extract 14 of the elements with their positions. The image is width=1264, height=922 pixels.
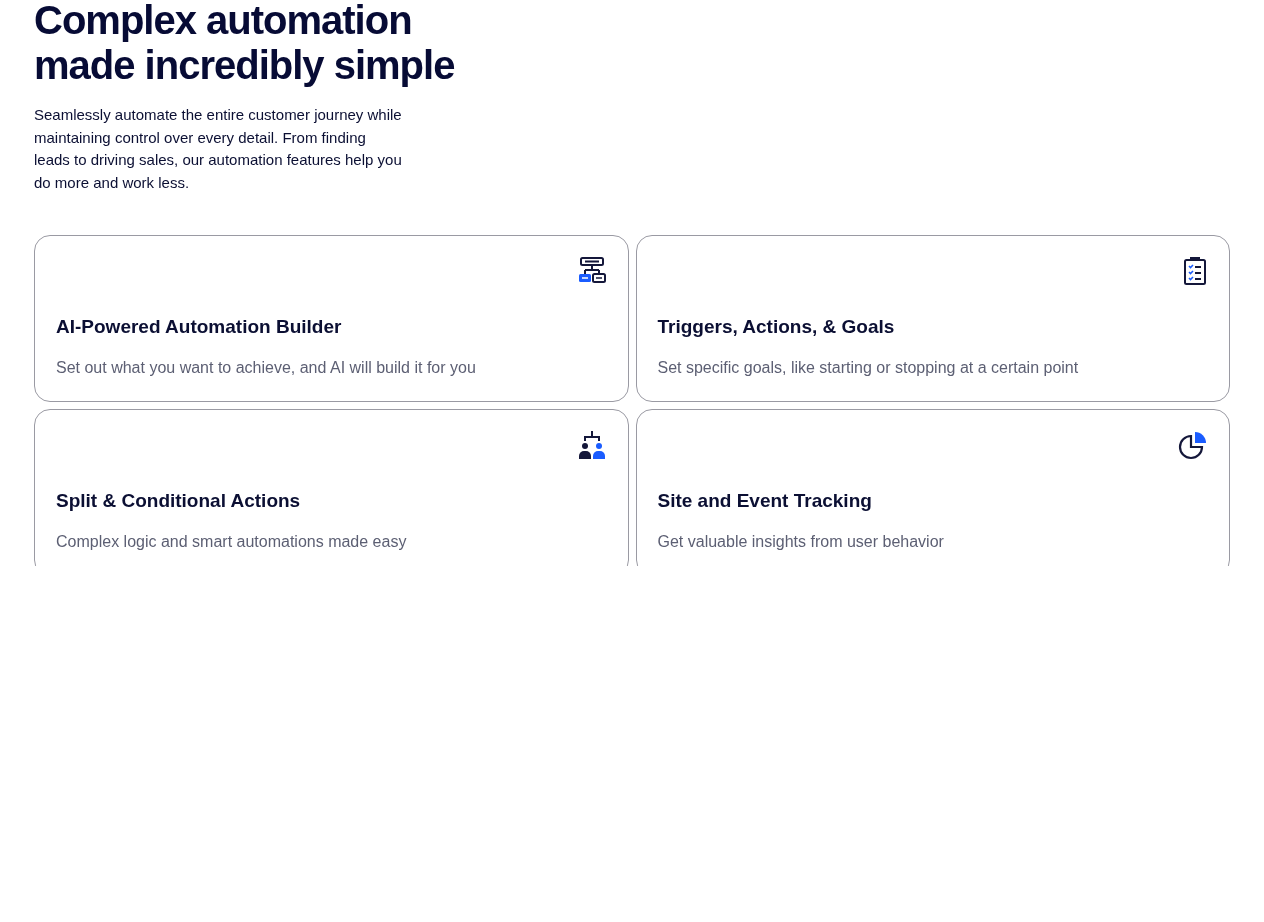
clipboard-checklist-icon xyxy=(1182,256,1208,286)
feature-title: Triggers, Actions, & Goals xyxy=(657,316,896,338)
feature-description: Set specific goals, like starting or stopping at a certain point xyxy=(657,359,1080,377)
feature-title: Split & Conditional Actions xyxy=(56,490,302,512)
feature-description: Complex logic and smart automations made easy xyxy=(56,533,408,551)
feature-title: AI-Powered Automation Builder xyxy=(56,316,343,338)
page-heading: Complex automation made incredibly simple xyxy=(34,0,456,88)
feature-title: Site and Event Tracking xyxy=(657,490,873,512)
feature-description: Set out what you want to achieve, and AI will build it for you xyxy=(56,359,477,377)
split-people-icon xyxy=(576,430,607,460)
pie-chart-icon xyxy=(1178,430,1208,460)
intro-paragraph: Seamlessly automate the entire customer journey while maintaining control over every detail. From finding leads to driving sales, our automation features help you do more and work less. xyxy=(34,105,403,193)
flowchart-icon xyxy=(576,256,607,286)
feature-description: Get valuable insights from user behavior xyxy=(657,533,945,551)
